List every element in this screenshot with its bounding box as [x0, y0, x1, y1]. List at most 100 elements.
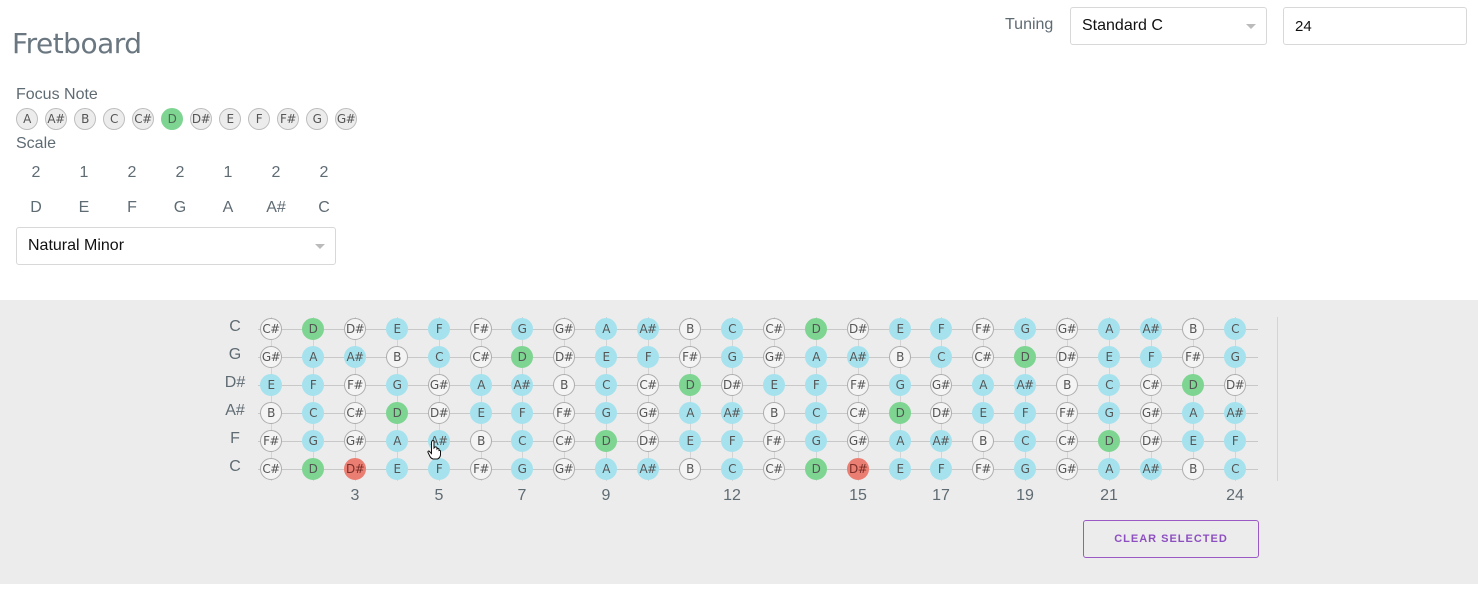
fret-note[interactable]: C#	[344, 402, 366, 424]
fret-count-input[interactable]	[1283, 7, 1467, 45]
fret-note[interactable]: G	[302, 430, 324, 452]
focus-note-g[interactable]: G	[306, 108, 328, 130]
fret-note[interactable]: C	[511, 430, 533, 452]
fret-note[interactable]: D	[805, 458, 827, 480]
scale-select[interactable]: Natural Minor	[16, 227, 336, 265]
fret-note[interactable]: C	[721, 458, 743, 480]
fret-note[interactable]: D#	[847, 318, 869, 340]
fret-note[interactable]: C	[1098, 374, 1120, 396]
fret-note[interactable]: G	[1224, 346, 1246, 368]
fret-note[interactable]: B	[470, 430, 492, 452]
fret-note[interactable]: A#	[1224, 402, 1246, 424]
fret-note[interactable]: G#	[260, 346, 282, 368]
fret-note[interactable]: F#	[972, 318, 994, 340]
fret-note[interactable]: C#	[847, 402, 869, 424]
fret-note[interactable]: G#	[1140, 402, 1162, 424]
focus-note-a[interactable]: A	[16, 108, 38, 130]
fret-note[interactable]: G	[805, 430, 827, 452]
fret-note[interactable]: C	[302, 402, 324, 424]
fret-note[interactable]: B	[679, 458, 701, 480]
fret-note[interactable]: A	[386, 430, 408, 452]
fret-note[interactable]: D#	[344, 318, 366, 340]
fret-note[interactable]: F#	[763, 430, 785, 452]
fret-note[interactable]: C#	[1140, 374, 1162, 396]
fret-note[interactable]: C#	[972, 346, 994, 368]
fret-note[interactable]: B	[1182, 318, 1204, 340]
focus-note-b[interactable]: B	[74, 108, 96, 130]
fret-note[interactable]: A#	[344, 346, 366, 368]
fret-note[interactable]: F	[805, 374, 827, 396]
focus-note-f[interactable]: F	[248, 108, 270, 130]
fret-note[interactable]: F#	[470, 458, 492, 480]
fret-note[interactable]: A	[470, 374, 492, 396]
fret-note[interactable]: D#	[847, 458, 869, 480]
fret-note[interactable]: C#	[763, 318, 785, 340]
fret-note[interactable]: F	[930, 458, 952, 480]
fret-note[interactable]: A#	[721, 402, 743, 424]
fret-note[interactable]: B	[553, 374, 575, 396]
focus-note-a-sharp[interactable]: A#	[45, 108, 67, 130]
fret-note[interactable]: C	[721, 318, 743, 340]
fret-note[interactable]: D	[1182, 374, 1204, 396]
tuning-select[interactable]: Standard C	[1070, 7, 1267, 45]
fret-note[interactable]: F#	[553, 402, 575, 424]
fret-note[interactable]: D	[1014, 346, 1036, 368]
fret-note[interactable]: G	[889, 374, 911, 396]
fret-note[interactable]: F	[302, 374, 324, 396]
fret-note[interactable]: B	[763, 402, 785, 424]
fret-note[interactable]: C#	[553, 430, 575, 452]
fret-note[interactable]: G	[1014, 458, 1036, 480]
fret-note[interactable]: C#	[1056, 430, 1078, 452]
fret-note[interactable]: D#	[428, 402, 450, 424]
clear-selected-button[interactable]: CLEAR SELECTED	[1083, 520, 1259, 558]
fret-note[interactable]: B	[1056, 374, 1078, 396]
focus-note-c[interactable]: C	[103, 108, 125, 130]
fret-note[interactable]: C	[930, 346, 952, 368]
fret-note[interactable]: F	[511, 402, 533, 424]
fret-note[interactable]: D	[386, 402, 408, 424]
fret-note[interactable]: A#	[511, 374, 533, 396]
fret-note[interactable]: E	[386, 458, 408, 480]
fret-note[interactable]: G	[511, 318, 533, 340]
fret-note[interactable]: D#	[1224, 374, 1246, 396]
fret-note[interactable]: A#	[847, 346, 869, 368]
fret-note[interactable]: D#	[344, 458, 366, 480]
fret-note[interactable]: G#	[847, 430, 869, 452]
fret-note[interactable]: C#	[470, 346, 492, 368]
fret-note[interactable]: G	[1014, 318, 1036, 340]
fret-note[interactable]: A	[889, 430, 911, 452]
fret-note[interactable]: F	[1140, 346, 1162, 368]
fret-note[interactable]: C	[595, 374, 617, 396]
fret-note[interactable]: F#	[470, 318, 492, 340]
fret-note[interactable]: G	[721, 346, 743, 368]
fret-note[interactable]: B	[972, 430, 994, 452]
fret-note[interactable]: E	[470, 402, 492, 424]
fret-note[interactable]: F#	[344, 374, 366, 396]
fret-note[interactable]: F	[1224, 430, 1246, 452]
fret-note[interactable]: A#	[1014, 374, 1036, 396]
fret-note[interactable]: G#	[553, 318, 575, 340]
fret-note[interactable]: F	[1014, 402, 1036, 424]
fret-note[interactable]: F#	[847, 374, 869, 396]
fret-note[interactable]: D	[889, 402, 911, 424]
fret-note[interactable]: D#	[637, 430, 659, 452]
fret-note[interactable]: E	[1182, 430, 1204, 452]
fret-note[interactable]: A	[1098, 318, 1120, 340]
focus-note-e[interactable]: E	[219, 108, 241, 130]
fret-note[interactable]: C	[1014, 430, 1036, 452]
fret-note[interactable]: E	[889, 318, 911, 340]
fret-note[interactable]: G	[1098, 402, 1120, 424]
fret-note[interactable]: F#	[679, 346, 701, 368]
fret-note[interactable]: C#	[260, 458, 282, 480]
fret-note[interactable]: B	[386, 346, 408, 368]
fret-note[interactable]: E	[595, 346, 617, 368]
fret-note[interactable]: D	[679, 374, 701, 396]
fret-note[interactable]: G#	[1056, 318, 1078, 340]
fret-note[interactable]: G#	[763, 346, 785, 368]
fret-note[interactable]: A	[972, 374, 994, 396]
fret-note[interactable]: D	[1098, 430, 1120, 452]
fret-note[interactable]: D	[302, 458, 324, 480]
fret-note[interactable]: F	[637, 346, 659, 368]
fret-note[interactable]: D	[595, 430, 617, 452]
fret-note[interactable]: C	[1224, 318, 1246, 340]
